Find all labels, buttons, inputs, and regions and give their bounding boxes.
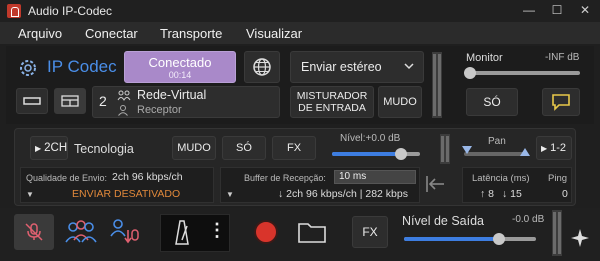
mic-mute-button[interactable] [14, 214, 54, 250]
channel-name: Tecnologia [74, 142, 134, 156]
connection-status: Conectado [148, 54, 212, 70]
group-call-icon[interactable] [64, 218, 98, 246]
brand-name: IP Codec [47, 57, 117, 76]
output-level-meter [552, 210, 562, 256]
route-name: Rede-Virtual [137, 88, 207, 102]
mic-muted-icon [23, 221, 45, 243]
maximize-button[interactable]: ☐ [543, 0, 571, 22]
latency-label: Latência (ms) [472, 173, 530, 184]
output-level-fill [404, 237, 500, 241]
output-level-label: Nível de Saída [402, 214, 484, 228]
menu-conectar[interactable]: Conectar [85, 26, 138, 41]
receive-info: ↓ 2ch 96 kbps/ch | 282 kbps [278, 188, 408, 200]
routing-button[interactable]: ▶ 1-2 [536, 136, 572, 160]
route-selector[interactable]: 2 Rede-Virtual Receptor [92, 86, 280, 118]
pan-label: Pan [488, 136, 506, 147]
output-level-value: -0.0 dB [512, 214, 545, 225]
grid-icon [61, 95, 79, 107]
record-button[interactable] [254, 220, 278, 244]
channel-mute-button[interactable]: MUDO [172, 136, 216, 160]
network-button[interactable] [244, 51, 280, 83]
menu-bar: Arquivo Conectar Transporte Visualizar [0, 22, 600, 44]
triangle-right-icon: ▶ [35, 143, 42, 153]
pan-slider[interactable] [462, 146, 530, 156]
view-single-button[interactable] [16, 88, 48, 114]
menu-visualizar[interactable]: Visualizar [246, 26, 302, 41]
folder-icon[interactable] [296, 218, 328, 246]
chat-button[interactable] [542, 88, 580, 116]
gear-icon[interactable] [17, 57, 39, 79]
master-fx-button[interactable]: FX [352, 216, 388, 248]
output-level-slider[interactable] [404, 233, 536, 245]
close-button[interactable]: ✕ [571, 0, 599, 22]
send-quality-label: Qualidade de Envio: [26, 173, 108, 183]
chevron-down-icon: ▼ [26, 190, 34, 199]
monitor-label: Monitor [466, 52, 503, 64]
chevron-down-icon: ▼ [226, 190, 234, 199]
connect-button[interactable]: Conectado 00:14 [124, 51, 236, 83]
app-icon [7, 4, 21, 18]
routing-value: 1-2 [550, 142, 567, 154]
monitor-level: -INF dB [545, 52, 580, 63]
user-icon [117, 104, 129, 116]
input-level-meter [432, 52, 442, 118]
route-role: Receptor [137, 104, 182, 116]
channel-level-knob[interactable] [394, 148, 407, 160]
channel-format: 2CH [44, 142, 68, 154]
metronome-icon[interactable] [170, 218, 194, 246]
send-disabled-label: ENVIAR DESATIVADO [72, 188, 181, 200]
single-row-icon [23, 96, 41, 106]
buffer-label: Buffer de Recepção: [244, 173, 326, 183]
route-number: 2 [99, 93, 107, 109]
input-mixer-button[interactable]: MISTURADOR DE ENTRADA [290, 86, 374, 118]
buffer-input[interactable]: 10 ms [334, 170, 416, 184]
menu-transporte[interactable]: Transporte [160, 26, 222, 41]
stereo-select-value: Enviar estéreo [301, 60, 382, 74]
chat-icon [551, 93, 571, 111]
channel-level-slider[interactable] [332, 148, 420, 160]
view-grid-button[interactable] [54, 88, 86, 114]
minimize-button[interactable]: — [515, 0, 543, 22]
people-icon [117, 90, 131, 101]
latency-up: ↑ 8 [480, 188, 495, 200]
talkback-icon[interactable] [108, 216, 142, 248]
pan-right-triangle-icon [520, 148, 530, 158]
output-level-knob[interactable] [493, 233, 506, 245]
connection-timer: 00:14 [168, 69, 192, 80]
chevron-down-icon [403, 60, 415, 72]
sparkle-icon[interactable] [570, 228, 590, 248]
monitor-slider[interactable] [464, 67, 580, 79]
globe-icon [252, 57, 272, 77]
channel-fx-button[interactable]: FX [272, 136, 316, 160]
mute-button[interactable]: MUDO [378, 86, 422, 118]
app-window: Audio IP-Codec — ☐ ✕ Arquivo Conectar Tr… [0, 0, 600, 261]
send-quality-value: 2ch 96 kbps/ch [112, 171, 183, 183]
ping-label: Ping [548, 173, 568, 184]
channel-level-label: Nível:+0.0 dB [340, 133, 401, 144]
stereo-select[interactable]: Enviar estéreo [290, 51, 424, 83]
ping-value: 0 [562, 188, 568, 200]
buffer-value: 10 ms [339, 171, 367, 182]
monitor-slider-knob[interactable] [464, 67, 476, 79]
title-bar: Audio IP-Codec — ☐ ✕ [0, 0, 600, 22]
menu-arquivo[interactable]: Arquivo [18, 26, 62, 41]
latency-down: ↓ 15 [502, 188, 522, 200]
channel-level-meter [440, 134, 450, 164]
reset-latency-icon[interactable] [424, 172, 452, 198]
triangle-right-icon: ▶ [541, 143, 548, 153]
more-options-button[interactable]: ⋮ [208, 220, 226, 241]
channel-solo-button[interactable]: SÓ [222, 136, 266, 160]
window-title: Audio IP-Codec [28, 4, 113, 18]
channel-expand-button[interactable]: ▶ 2CH [30, 136, 68, 160]
solo-button[interactable]: SÓ [466, 88, 518, 116]
pan-left-triangle-icon [462, 146, 472, 156]
channel-level-fill [332, 152, 401, 156]
